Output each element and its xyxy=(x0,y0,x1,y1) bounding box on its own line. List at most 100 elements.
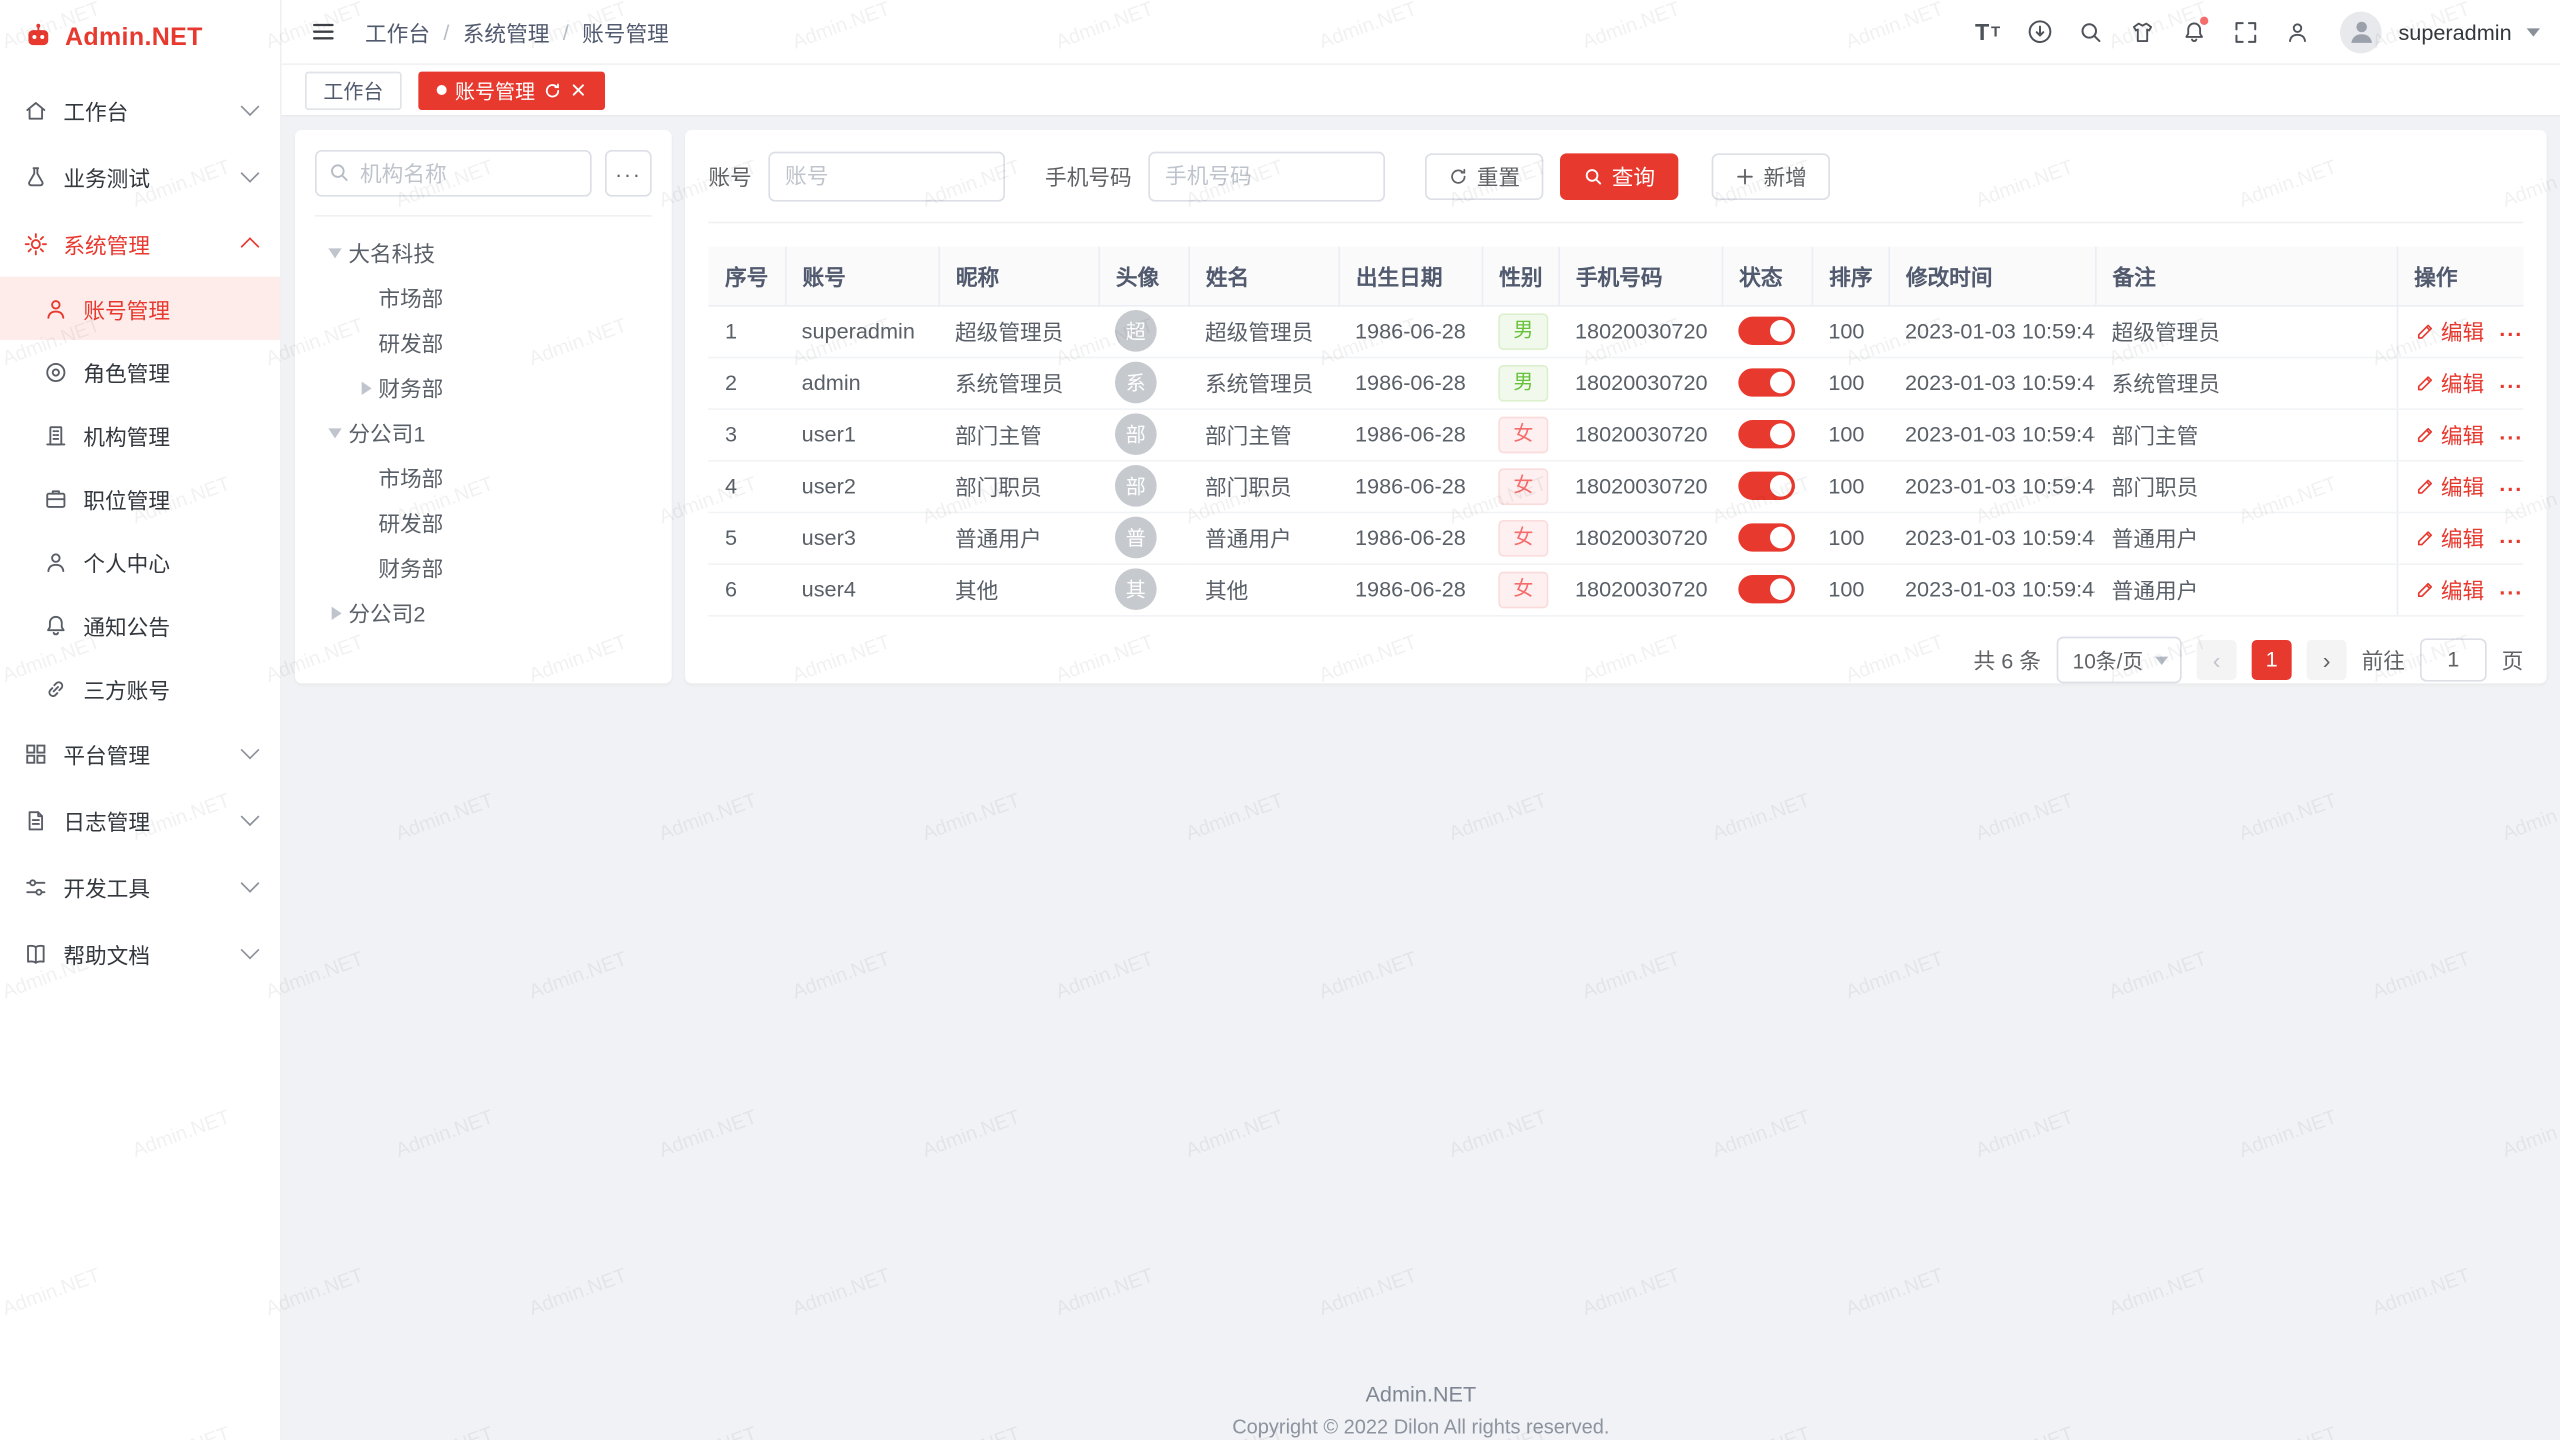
breadcrumb-item[interactable]: 账号管理 xyxy=(582,16,669,48)
hamburger-menu-icon[interactable] xyxy=(302,10,345,53)
edit-button[interactable]: 编辑 xyxy=(2414,418,2484,450)
username-label[interactable]: superadmin xyxy=(2398,19,2511,44)
user-avatar[interactable] xyxy=(2340,11,2382,53)
status-toggle[interactable] xyxy=(1738,317,1795,345)
flask-icon xyxy=(23,164,48,189)
sidebar-item-platform-management[interactable]: 平台管理 xyxy=(0,720,280,787)
toggle-knob xyxy=(1770,578,1792,600)
tree-node[interactable]: 分公司1 xyxy=(315,410,652,455)
caret-right-icon[interactable] xyxy=(322,599,349,626)
search-icon[interactable] xyxy=(2068,9,2113,54)
notification-bell-icon[interactable] xyxy=(2172,9,2217,54)
sidebar-item-account-management[interactable]: 账号管理 xyxy=(0,277,280,340)
nickname-cell: 其他 xyxy=(938,563,1098,615)
tree-node[interactable]: 市场部 xyxy=(315,455,652,500)
phone-input[interactable] xyxy=(1148,151,1385,201)
status-toggle[interactable] xyxy=(1738,523,1795,551)
more-actions-button[interactable]: ··· xyxy=(2499,476,2523,501)
search-icon xyxy=(328,162,350,184)
more-actions-button[interactable]: ··· xyxy=(2499,579,2523,604)
gear-icon xyxy=(23,231,48,256)
more-actions-button[interactable]: ··· xyxy=(2499,528,2523,553)
tree-node[interactable]: 研发部 xyxy=(315,500,652,545)
logo-text: Admin.NET xyxy=(65,23,203,51)
sidebar-item-role-management[interactable]: 角色管理 xyxy=(0,340,280,403)
next-page-button[interactable]: › xyxy=(2307,639,2347,679)
sidebar-item-position-management[interactable]: 职位管理 xyxy=(0,467,280,530)
goto-page-input[interactable] xyxy=(2420,638,2487,681)
fullscreen-icon[interactable] xyxy=(2223,9,2268,54)
tab-refresh-icon[interactable] xyxy=(543,81,561,99)
profile-icon[interactable] xyxy=(2275,9,2320,54)
tree-node[interactable]: 大名科技 xyxy=(315,230,652,275)
org-search-input[interactable] xyxy=(315,150,592,197)
person-icon xyxy=(43,549,68,574)
edit-button[interactable]: 编辑 xyxy=(2414,522,2484,554)
edit-button[interactable]: 编辑 xyxy=(2414,573,2484,605)
theme-icon[interactable] xyxy=(2120,9,2165,54)
status-toggle[interactable] xyxy=(1738,575,1795,603)
sidebar-item-dev-tools[interactable]: 开发工具 xyxy=(0,853,280,920)
sidebar-item-label: 业务测试 xyxy=(63,161,228,193)
status-toggle[interactable] xyxy=(1738,420,1795,448)
logo[interactable]: Admin.NET xyxy=(0,0,280,73)
tree-node[interactable]: 财务部 xyxy=(315,365,652,410)
chevron-down-icon xyxy=(241,741,260,760)
sidebar-item-organization-management[interactable]: 机构管理 xyxy=(0,403,280,466)
sidebar-item-thirdparty-account[interactable]: 三方账号 xyxy=(0,657,280,720)
gender-badge: 男 xyxy=(1498,364,1548,401)
phone-cell: 18020030720 xyxy=(1558,460,1721,512)
edit-button[interactable]: 编辑 xyxy=(2414,367,2484,399)
user-menu-caret-icon[interactable] xyxy=(2527,28,2540,43)
account-input[interactable] xyxy=(768,151,1005,201)
caret-right-icon[interactable] xyxy=(352,374,379,401)
tree-node[interactable]: 财务部 xyxy=(315,545,652,590)
sidebar-item-log-management[interactable]: 日志管理 xyxy=(0,787,280,854)
sidebar-item-business-test[interactable]: 业务测试 xyxy=(0,143,280,210)
app-root: Admin.NET 工作台 业务测试 系统管理 账号管理 xyxy=(0,0,2560,1440)
sidebar-item-personal-center[interactable]: 个人中心 xyxy=(0,530,280,593)
prev-page-button[interactable]: ‹ xyxy=(2197,639,2237,679)
sidebar-item-workbench[interactable]: 工作台 xyxy=(0,77,280,144)
more-actions-button[interactable]: ··· xyxy=(2499,373,2523,398)
tree-node[interactable]: 市场部 xyxy=(315,275,652,320)
tree-node-label: 研发部 xyxy=(378,507,443,539)
breadcrumb-item[interactable]: 系统管理 xyxy=(463,16,550,48)
more-actions-button[interactable]: ··· xyxy=(2499,321,2523,346)
component-size-icon[interactable] xyxy=(2017,9,2062,54)
tab-close-icon[interactable] xyxy=(570,82,587,99)
nickname-cell: 超级管理员 xyxy=(938,305,1098,357)
search-button[interactable]: 查询 xyxy=(1560,153,1678,200)
current-page-button[interactable]: 1 xyxy=(2252,639,2292,679)
table-row: 3user1部门主管部部门主管1986-06-28女18020030720100… xyxy=(708,408,2523,460)
more-actions-button[interactable]: ··· xyxy=(2499,424,2523,449)
sort-cell: 100 xyxy=(1812,563,1889,615)
status-toggle[interactable] xyxy=(1738,368,1795,396)
sidebar-item-help-docs[interactable]: 帮助文档 xyxy=(0,920,280,987)
gender-badge: 女 xyxy=(1498,416,1548,453)
page-size-select[interactable]: 10条/页 xyxy=(2056,636,2182,683)
sidebar-item-notice-announcement[interactable]: 通知公告 xyxy=(0,593,280,656)
reset-button[interactable]: 重置 xyxy=(1425,153,1543,200)
tree-node[interactable]: 分公司2 xyxy=(315,590,652,635)
font-size-icon[interactable] xyxy=(1965,9,2010,54)
add-button[interactable]: 新增 xyxy=(1712,153,1830,200)
tree-node-label: 市场部 xyxy=(378,282,443,314)
edit-button[interactable]: 编辑 xyxy=(2414,470,2484,502)
birthdate-cell: 1986-06-28 xyxy=(1338,460,1481,512)
gender-badge: 女 xyxy=(1498,519,1548,556)
sidebar-item-system-management[interactable]: 系统管理 xyxy=(0,210,280,277)
tree-node[interactable]: 研发部 xyxy=(315,320,652,365)
link-icon xyxy=(43,676,68,701)
edit-button[interactable]: 编辑 xyxy=(2414,315,2484,347)
chevron-up-icon xyxy=(241,237,260,256)
refresh-icon xyxy=(1448,166,1468,186)
tab-workbench[interactable]: 工作台 xyxy=(305,71,402,109)
breadcrumb-item[interactable]: 工作台 xyxy=(365,16,430,48)
status-toggle[interactable] xyxy=(1738,472,1795,500)
caret-down-icon[interactable] xyxy=(322,419,349,446)
tab-account-management[interactable]: 账号管理 xyxy=(418,71,605,109)
caret-down-icon[interactable] xyxy=(322,239,349,266)
org-tree: 大名科技 市场部 研发部 财务部 分公司1 市场部 研发部 财务部 分公司2 xyxy=(315,230,652,635)
tree-more-button[interactable]: ··· xyxy=(605,150,652,197)
